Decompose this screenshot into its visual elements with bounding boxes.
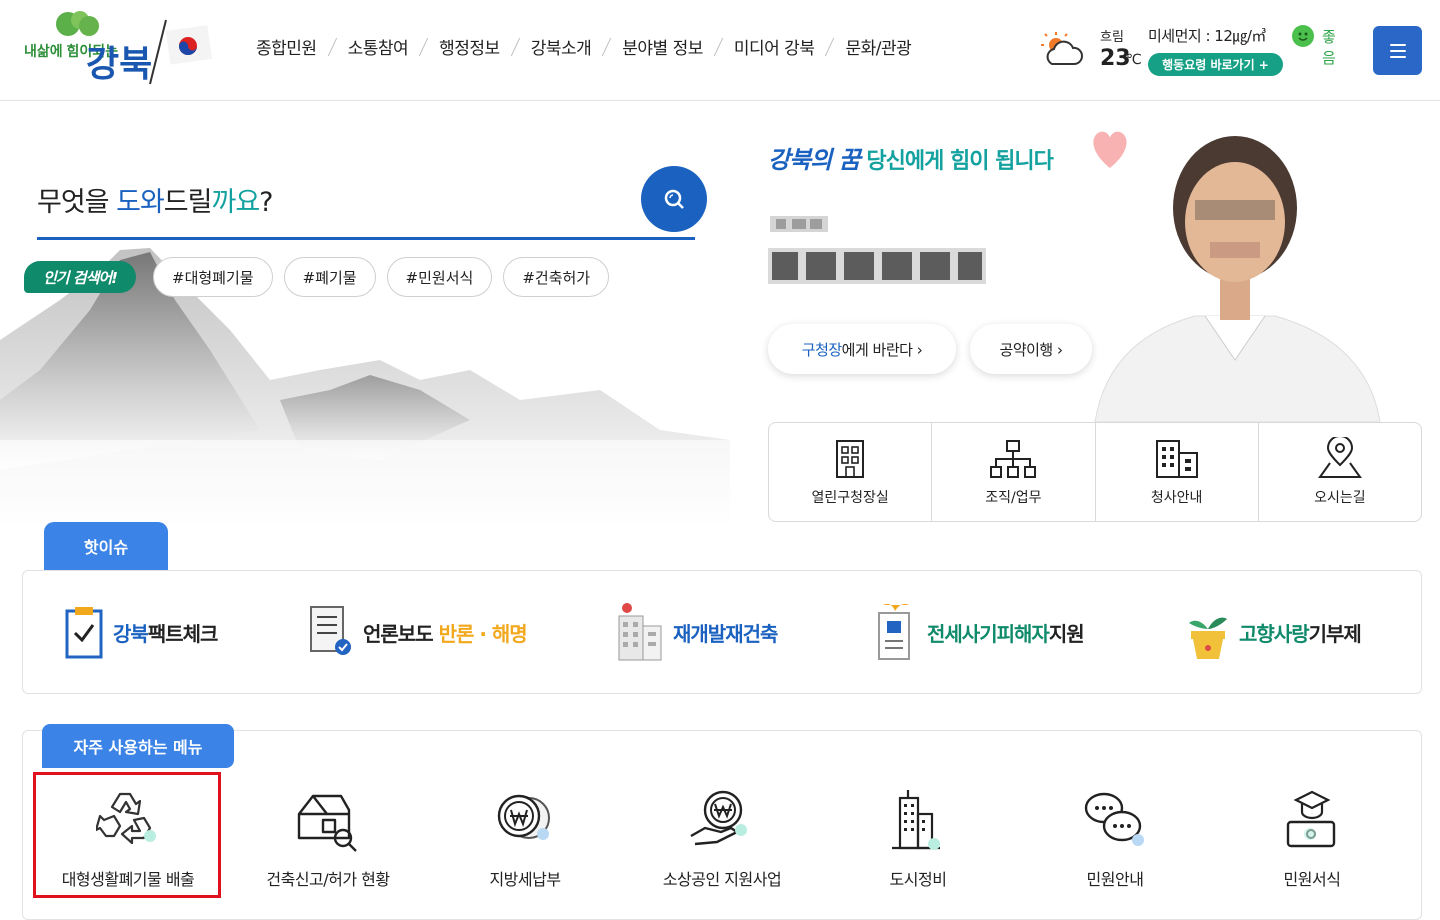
ask-mayor-button[interactable]: 구청장 에게 바란다 ›	[768, 324, 956, 374]
search-title: 무엇을 도와드릴까요?	[37, 187, 274, 218]
id-badge-icon	[878, 603, 910, 660]
issue-press-rebuttal[interactable]: 언론보도 반론 · 해명	[307, 597, 528, 667]
menu-label: 민원서식	[1283, 870, 1341, 889]
menu-building-permit[interactable]: 건축신고/허가 현황	[230, 780, 426, 890]
issue-redevelopment[interactable]: 재개발재건축	[613, 597, 778, 667]
chat-bubbles-icon	[1084, 792, 1144, 846]
menu-urban-renewal[interactable]: 도시정비	[820, 780, 1016, 890]
nav-separator	[602, 37, 612, 56]
nav-separator	[418, 37, 429, 56]
search-icon	[664, 189, 684, 209]
city-buildings-icon	[892, 790, 940, 850]
mayor-title-blurred	[770, 214, 830, 234]
search-tag[interactable]: #폐기물	[283, 257, 376, 297]
weather-widget: 흐림 23 ℃ 미세먼지 : 12㎍/㎥ 좋음 행동요령 바로가기 +	[1040, 24, 1340, 80]
nav-communication[interactable]: 소통참여	[348, 34, 409, 59]
nav-admin-info[interactable]: 행정정보	[439, 34, 500, 59]
action-guide-button[interactable]: 행동요령 바로가기 +	[1148, 53, 1283, 76]
quick-link-office-guide[interactable]: 청사안내	[1096, 423, 1259, 521]
search-tag[interactable]: #민원서식	[386, 257, 493, 297]
fine-dust-label: 미세먼지 : 12㎍/㎥	[1148, 27, 1266, 45]
quick-link-label: 청사안내	[1150, 490, 1203, 506]
issue-jeonse-fraud[interactable]: 전세사기피해자지원	[873, 597, 1085, 667]
org-chart-icon	[990, 440, 1037, 478]
menu-label: 도시정비	[889, 870, 947, 889]
pledge-button[interactable]: 공약이행 ›	[970, 324, 1092, 374]
logo-big-text: 강북	[86, 43, 152, 84]
quick-link-organization[interactable]: 조직/업무	[932, 423, 1096, 521]
quick-link-directions[interactable]: 오시는길	[1259, 423, 1421, 521]
mayor-name-blurred	[768, 244, 988, 288]
issue-hometown-donation[interactable]: 고향사랑기부제	[1185, 597, 1362, 667]
fine-dust-status: 좋음	[1322, 28, 1336, 67]
tab-frequent-menu[interactable]: 자주 사용하는 메뉴	[42, 724, 234, 768]
smile-icon	[1292, 25, 1314, 47]
mayor-quick-links: 열린구청장실 조직/업무 청사안내 오시는길	[768, 422, 1422, 522]
weather-condition: 흐림	[1100, 30, 1124, 45]
won-coin-icon	[497, 794, 550, 840]
nav-separator	[825, 37, 835, 56]
all-menu-button[interactable]	[1373, 26, 1422, 75]
map-pin-icon	[1317, 437, 1362, 478]
quick-link-label: 열린구청장실	[811, 490, 889, 506]
checklist-icon	[65, 607, 103, 659]
popular-search-badge: 인기 검색어!	[24, 261, 136, 293]
menu-civil-forms[interactable]: 민원서식	[1214, 780, 1410, 890]
menu-label: 건축신고/허가 현황	[266, 870, 390, 889]
tab-hot-issue[interactable]: 핫이슈	[44, 522, 168, 570]
search-tag[interactable]: #건축허가	[503, 257, 610, 297]
nav-separator	[510, 37, 520, 56]
graduate-laptop-icon	[1286, 790, 1336, 848]
nav-culture-tourism[interactable]: 문화/관광	[845, 34, 911, 59]
mayor-portrait	[1094, 136, 1381, 422]
site-header: 내삶에 힘이되는 강북 종합민원 소통참여 행정정보 강북소개 분야별 정보 미…	[0, 0, 1440, 101]
search-input[interactable]	[37, 237, 695, 240]
nav-about-gangbuk[interactable]: 강북소개	[531, 34, 592, 59]
site-logo[interactable]: 내삶에 힘이되는 강북	[18, 6, 218, 86]
quick-link-label: 조직/업무	[985, 490, 1042, 506]
nav-civil-service[interactable]: 종합민원	[256, 34, 317, 59]
search-button[interactable]	[641, 166, 707, 232]
hamburger-icon	[1389, 43, 1406, 46]
building-icon	[836, 440, 865, 478]
plant-pot-icon	[1189, 617, 1227, 659]
menu-label: 민원안내	[1086, 870, 1144, 889]
nav-media[interactable]: 미디어 강북	[734, 34, 815, 59]
popular-search-tags: #대형폐기물 #폐기물 #민원서식 #건축허가	[153, 257, 610, 297]
menu-label: 소상공인 지원사업	[662, 870, 782, 889]
quick-link-open-office[interactable]: 열린구청장실	[769, 423, 933, 521]
menu-local-tax[interactable]: 지방세납부	[427, 780, 623, 890]
selection-highlight-box	[33, 772, 221, 898]
temperature-unit: ℃	[1126, 52, 1142, 68]
menu-civil-guide[interactable]: 민원안내	[1017, 780, 1213, 890]
cloudy-sun-icon	[1041, 32, 1084, 65]
menu-small-business-support[interactable]: 소상공인 지원사업	[624, 780, 820, 890]
office-building-icon	[1155, 440, 1198, 478]
issue-fact-check[interactable]: 강북팩트체크	[65, 597, 218, 667]
nav-separator	[327, 37, 337, 56]
search-tag[interactable]: #대형폐기물	[153, 257, 273, 297]
menu-label: 지방세납부	[489, 870, 561, 889]
nav-separator	[713, 37, 724, 56]
apartment-icon	[618, 603, 662, 661]
mayor-slogan: 강북의 꿈 당신에게 힘이 됩니다	[768, 146, 1054, 174]
nav-field-info[interactable]: 분야별 정보	[622, 34, 703, 59]
hot-issue-panel: 강북팩트체크 언론보도 반론 · 해명 재개발재건축 전세사기피해자지원 고향사…	[22, 570, 1422, 694]
document-check-icon	[310, 606, 351, 655]
main-navigation: 종합민원 소통참여 행정정보 강북소개 분야별 정보 미디어 강북 문화/관광	[256, 34, 912, 59]
hand-coin-icon	[690, 790, 747, 846]
quick-link-label: 오시는길	[1314, 490, 1366, 506]
house-search-icon	[297, 794, 357, 852]
